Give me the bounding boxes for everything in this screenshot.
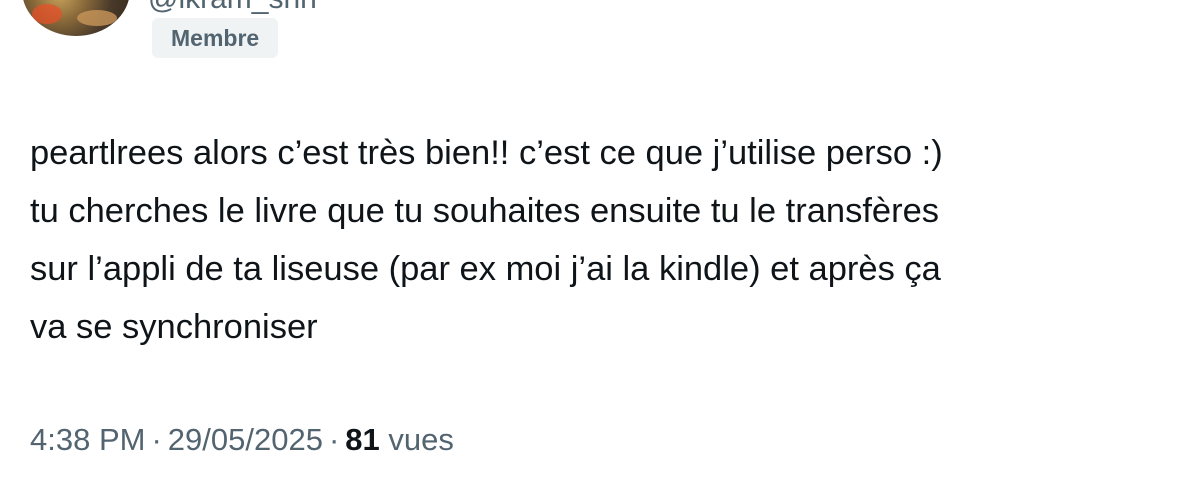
meta-separator: · — [151, 422, 162, 457]
tweet-text-line: sur l’appli de ta liseuse (par ex moi j’… — [30, 250, 941, 288]
author-handle[interactable]: @ikram_shn — [148, 0, 317, 16]
tweet-text-line: tu cherches le livre que tu souhaites en… — [30, 192, 940, 230]
tweet-time[interactable]: 4:38 PM — [30, 422, 145, 457]
avatar[interactable] — [22, 0, 130, 36]
avatar-detail — [77, 10, 117, 26]
tweet-meta: 4:38 PM · 29/05/2025 · 81 vues — [30, 422, 454, 458]
meta-separator: · — [328, 422, 340, 457]
views-count[interactable]: 81 — [345, 422, 379, 457]
tweet-text-line: peartlrees alors c’est très bien!! c’est… — [30, 134, 943, 172]
tweet-text: peartlrees alors c’est très bien!! c’est… — [30, 124, 1180, 356]
tweet-text-line: va se synchroniser — [30, 308, 318, 346]
role-badge: Membre — [152, 18, 279, 58]
tweet-date[interactable]: 29/05/2025 — [168, 422, 323, 457]
avatar-detail — [32, 4, 62, 24]
views-label: vues — [388, 422, 454, 457]
